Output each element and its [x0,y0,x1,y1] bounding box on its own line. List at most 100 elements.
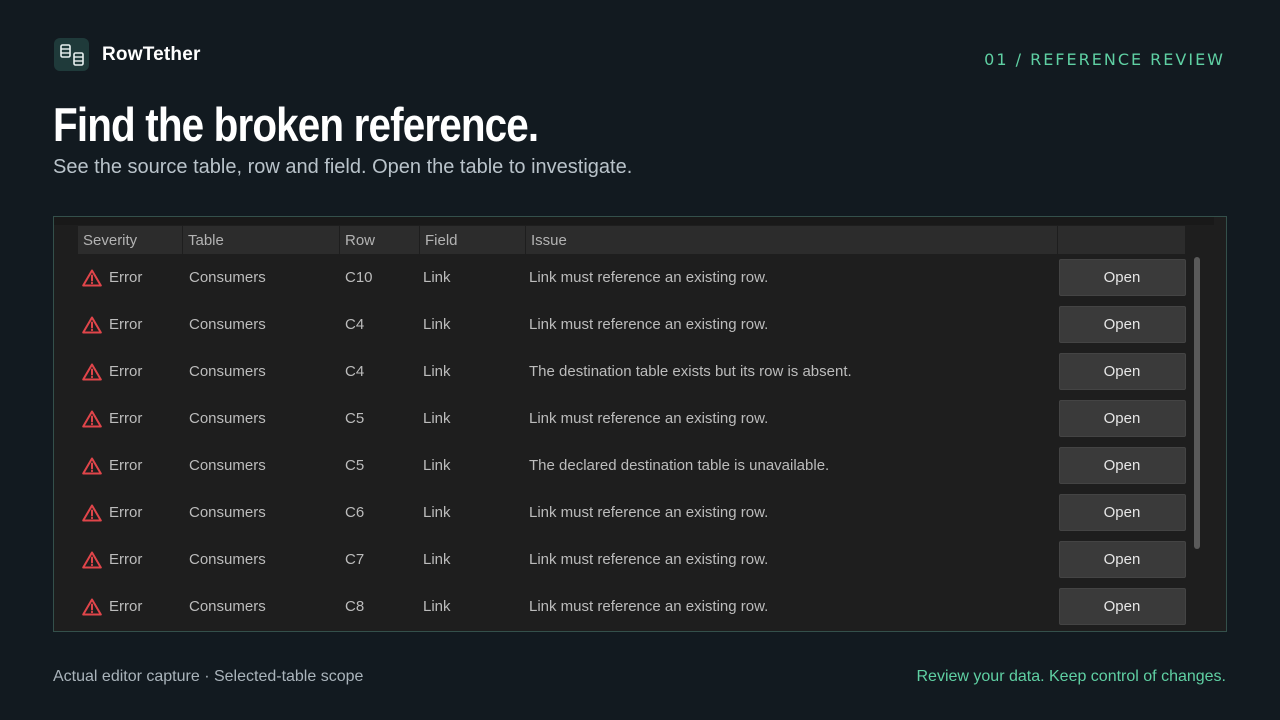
table-name-cell: Consumers [189,457,266,474]
row-id-cell: C10 [345,269,373,286]
error-warning-icon [82,316,102,334]
open-button[interactable]: Open [1058,400,1186,437]
column-header-action [1058,226,1186,254]
table-link-icon [54,38,89,71]
column-header-row[interactable]: Row [340,226,420,254]
issue-text-cell: Link must reference an existing row. [529,504,769,521]
table-body: Error Consumers C10 Link Link must reference… [78,254,1186,630]
action-cell: Open [1058,306,1186,343]
table-name-cell: Consumers [189,551,266,568]
scrollbar-thumb[interactable] [1194,257,1200,549]
section-eyebrow: 01 / REFERENCE REVIEW [984,50,1225,69]
brand-name: RowTether [102,43,201,65]
brand: RowTether [54,38,201,71]
field-name-cell: Link [423,598,451,615]
issue-text-cell: Link must reference an existing row. [529,269,769,286]
action-cell: Open [1058,588,1186,625]
severity-label: Error [109,598,143,615]
action-cell: Open [1058,259,1186,296]
severity-label: Error [109,504,143,521]
open-button[interactable]: Open [1058,541,1186,578]
field-name-cell: Link [423,269,451,286]
field-name-cell: Link [423,410,451,427]
open-button[interactable]: Open [1058,259,1186,296]
severity-cell: Error [78,269,183,287]
column-header-table[interactable]: Table [183,226,340,254]
severity-label: Error [109,457,143,474]
error-warning-icon [82,269,102,287]
severity-cell: Error [78,363,183,381]
severity-label: Error [109,410,143,427]
severity-cell: Error [78,504,183,522]
error-warning-icon [82,504,102,522]
row-id-cell: C6 [345,504,365,521]
field-name-cell: Link [423,504,451,521]
field-name-cell: Link [423,363,451,380]
severity-label: Error [109,551,143,568]
row-id-cell: C7 [345,551,365,568]
row-id-cell: C5 [345,457,365,474]
severity-cell: Error [78,551,183,569]
table-row[interactable]: Error Consumers C6 Link Link must reference … [78,489,1186,536]
action-cell: Open [1058,400,1186,437]
row-id-cell: C5 [345,410,365,427]
field-name-cell: Link [423,551,451,568]
table-row[interactable]: Error Consumers C5 Link Link must reference … [78,395,1186,442]
open-button[interactable]: Open [1058,494,1186,531]
field-name-cell: Link [423,457,451,474]
severity-label: Error [109,363,143,380]
issue-text-cell: The destination table exists but its row… [529,363,852,380]
table-row[interactable]: Error Consumers C7 Link Link must reference … [78,536,1186,583]
issue-text-cell: Link must reference an existing row. [529,598,769,615]
action-cell: Open [1058,353,1186,390]
editor-capture: Severity Table Row Field Issue Error Cons… [53,216,1227,632]
page-subtitle: See the source table, row and field. Ope… [53,156,633,178]
action-cell: Open [1058,541,1186,578]
open-button[interactable]: Open [1058,588,1186,625]
field-name-cell: Link [423,316,451,333]
issue-text-cell: The declared destination table is unavai… [529,457,830,474]
issue-text-cell: Link must reference an existing row. [529,316,769,333]
footer-caption: Actual editor capture · Selected-table s… [53,668,364,685]
column-header-severity[interactable]: Severity [78,226,183,254]
vertical-scrollbar[interactable] [1190,257,1202,549]
severity-cell: Error [78,410,183,428]
table-header: Severity Table Row Field Issue [78,226,1186,254]
open-button[interactable]: Open [1058,353,1186,390]
column-header-field[interactable]: Field [420,226,526,254]
issues-table: Severity Table Row Field Issue Error Cons… [78,226,1186,630]
severity-label: Error [109,269,143,286]
open-button[interactable]: Open [1058,447,1186,484]
issue-text-cell: Link must reference an existing row. [529,551,769,568]
error-warning-icon [82,363,102,381]
table-name-cell: Consumers [189,504,266,521]
table-row[interactable]: Error Consumers C4 Link The destination tabl… [78,348,1186,395]
severity-cell: Error [78,598,183,616]
table-row[interactable]: Error Consumers C5 Link The declared destina… [78,442,1186,489]
row-id-cell: C4 [345,316,365,333]
open-button[interactable]: Open [1058,306,1186,343]
severity-cell: Error [78,457,183,475]
error-warning-icon [82,598,102,616]
capture-top-border [54,217,1214,225]
issue-text-cell: Link must reference an existing row. [529,410,769,427]
error-warning-icon [82,551,102,569]
row-id-cell: C4 [345,363,365,380]
table-row[interactable]: Error Consumers C8 Link Link must reference … [78,583,1186,630]
action-cell: Open [1058,447,1186,484]
severity-cell: Error [78,316,183,334]
page-title: Find the broken reference. [53,98,539,151]
error-warning-icon [82,410,102,428]
error-warning-icon [82,457,102,475]
table-name-cell: Consumers [189,269,266,286]
table-name-cell: Consumers [189,598,266,615]
table-name-cell: Consumers [189,316,266,333]
action-cell: Open [1058,494,1186,531]
table-name-cell: Consumers [189,410,266,427]
table-row[interactable]: Error Consumers C10 Link Link must reference… [78,254,1186,301]
row-id-cell: C8 [345,598,365,615]
severity-label: Error [109,316,143,333]
column-header-issue[interactable]: Issue [526,226,1058,254]
table-name-cell: Consumers [189,363,266,380]
table-row[interactable]: Error Consumers C4 Link Link must reference … [78,301,1186,348]
